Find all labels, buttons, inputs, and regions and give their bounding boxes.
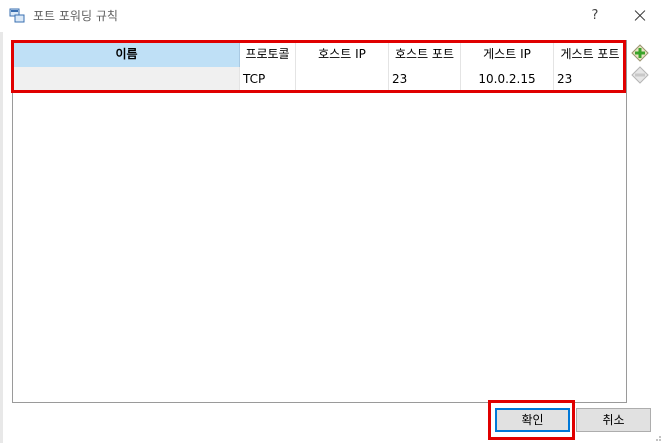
port-forwarding-table: 이름 프로토콜 호스트 IP 호스트 포트 게스트 IP 게스트 포트 TCP … bbox=[12, 40, 627, 403]
cell-guest-ip[interactable]: 10.0.2.15 bbox=[461, 67, 554, 92]
column-header-guest-ip[interactable]: 게스트 IP bbox=[461, 42, 554, 67]
window-edge bbox=[0, 32, 3, 443]
remove-rule-icon bbox=[631, 66, 649, 87]
cell-protocol[interactable]: TCP bbox=[240, 67, 296, 92]
title-bar: 포트 포워딩 규칙 ? bbox=[0, 0, 664, 32]
column-header-protocol[interactable]: 프로토콜 bbox=[240, 42, 296, 67]
table-header: 이름 프로토콜 호스트 IP 호스트 포트 게스트 IP 게스트 포트 bbox=[14, 42, 626, 67]
resize-grip-icon[interactable] bbox=[652, 431, 662, 441]
column-header-guest-port[interactable]: 게스트 포트 bbox=[554, 42, 626, 67]
cell-guest-port[interactable]: 23 bbox=[554, 67, 626, 92]
cell-host-port[interactable]: 23 bbox=[389, 67, 461, 92]
cell-name[interactable] bbox=[14, 67, 240, 92]
cancel-button[interactable]: 취소 bbox=[576, 408, 651, 432]
cell-host-ip[interactable] bbox=[296, 67, 389, 92]
network-app-icon bbox=[9, 8, 25, 24]
add-rule-icon bbox=[631, 44, 649, 65]
column-header-name[interactable]: 이름 bbox=[14, 42, 240, 67]
column-header-host-ip[interactable]: 호스트 IP bbox=[296, 42, 389, 67]
help-button[interactable]: ? bbox=[582, 4, 608, 28]
remove-rule-button[interactable] bbox=[631, 66, 649, 84]
ok-button[interactable]: 확인 bbox=[495, 408, 570, 432]
add-rule-button[interactable] bbox=[631, 44, 649, 62]
table-row[interactable]: TCP 23 10.0.2.15 23 bbox=[14, 67, 626, 92]
window-title: 포트 포워딩 규칙 bbox=[33, 9, 118, 23]
column-header-host-port[interactable]: 호스트 포트 bbox=[389, 42, 461, 67]
close-button[interactable] bbox=[626, 4, 654, 28]
